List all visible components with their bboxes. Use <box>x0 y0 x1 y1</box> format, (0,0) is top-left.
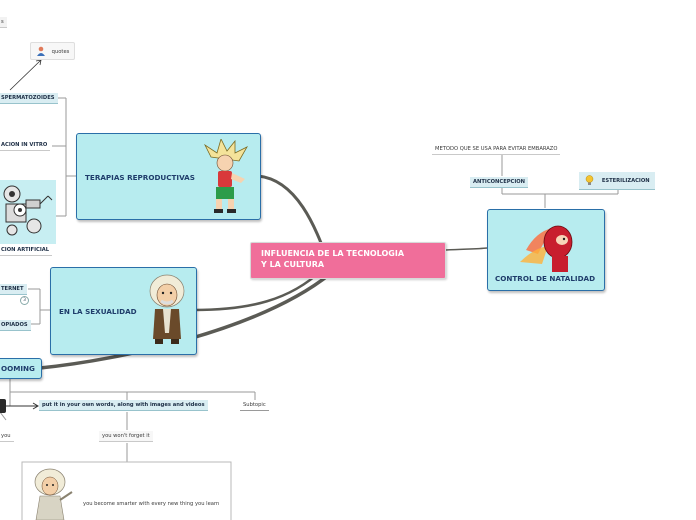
subtopic-copiados[interactable]: OPIADOS <box>0 320 31 331</box>
cartoon-einstein-small <box>34 468 73 520</box>
subtopic-count-badge[interactable]: 3 <box>20 296 29 305</box>
topic-control-de-natalidad[interactable]: CONTROL DE NATALIDAD <box>487 209 605 291</box>
subtopic-you[interactable]: you <box>0 431 14 442</box>
topic-en-la-sexualidad[interactable]: EN LA SEXUALIDAD <box>50 267 197 355</box>
subtopic-esterilizacion[interactable]: ESTERILIZACION <box>579 172 655 190</box>
subtopic-quotes-label: quotes <box>51 48 70 55</box>
subtopic-put-it[interactable]: put it in your own words, along with ima… <box>39 400 208 411</box>
subtopic-wont-forget[interactable]: you won't forget it <box>99 431 153 442</box>
subtopic-anticoncepcion[interactable]: ANTICONCEPCION <box>470 177 529 188</box>
image-frame-robot <box>0 180 56 244</box>
subtopic-quotes[interactable]: quotes <box>30 42 76 60</box>
central-title-line2: Y LA CULTURA <box>261 260 325 269</box>
cartoon-einstein <box>149 274 185 344</box>
subtopic-espermatozoides[interactable]: SPERMATOZOIDES <box>0 93 58 104</box>
lightbulb-icon <box>585 175 594 185</box>
topic-terapias-reproductivas[interactable]: TERAPIAS REPRODUCTIVAS <box>76 133 261 220</box>
central-title-line1: INFLUENCIA DE LA TECNOLOGIA <box>261 249 405 258</box>
topic-label: OOMING <box>1 364 35 373</box>
central-topic[interactable]: INFLUENCIA DE LA TECNOLOGIA Y LA CULTURA <box>250 242 446 279</box>
subtopic-top-left[interactable]: s <box>0 17 7 28</box>
topic-label: TERAPIAS REPRODUCTIVAS <box>85 173 195 182</box>
person-icon <box>37 46 45 56</box>
subtopic-internet[interactable]: TERNET <box>0 284 27 295</box>
cartoon-flame-hero <box>520 225 573 272</box>
connector-natalidad <box>445 247 488 251</box>
cartoon-robot <box>3 185 53 236</box>
subtopic-esterilizacion-label: ESTERILIZACION <box>601 178 650 184</box>
cartoon-saiyan <box>203 139 249 213</box>
subtopic-metodo[interactable]: METODO QUE SE USA PARA EVITAR EMBARAZO <box>432 144 561 155</box>
topic-label: EN LA SEXUALIDAD <box>59 307 137 316</box>
subtopic-artificial[interactable]: CION ARTIFICIAL <box>0 245 53 256</box>
subtopic-smarter[interactable]: you become smarter with every new thing … <box>80 499 222 509</box>
topic-label: CONTROL DE NATALIDAD <box>495 274 596 283</box>
subtopic-in-vitro[interactable]: ACION IN VITRO <box>0 140 51 151</box>
topic-blooming[interactable]: OOMING <box>0 358 42 379</box>
subtopic-subtopic[interactable]: Subtopic <box>240 400 269 411</box>
collapse-handle[interactable] <box>0 399 6 413</box>
